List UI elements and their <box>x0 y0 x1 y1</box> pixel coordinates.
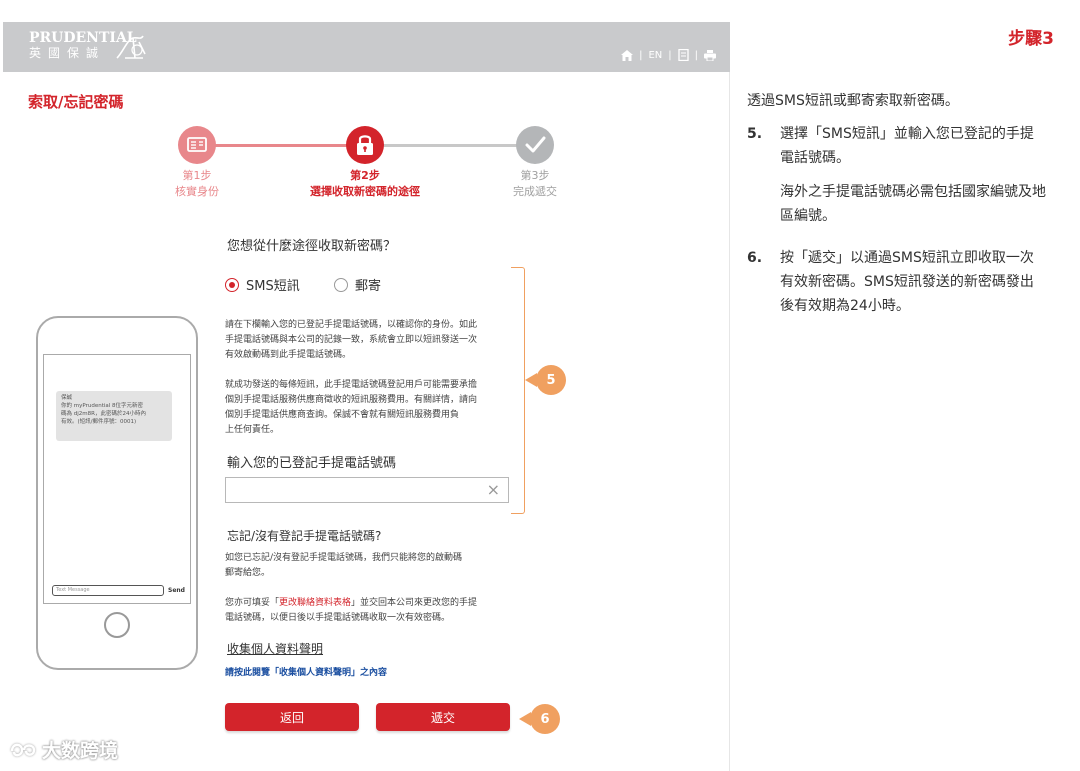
step-1-number: 第1步 <box>182 169 212 182</box>
radio-mail[interactable]: 郵寄 <box>334 275 381 294</box>
change-contact-form-link[interactable]: 更改聯絡資料表格 <box>279 598 351 608</box>
callout-badge-5: 5 <box>525 365 566 395</box>
watermark-text: 大数跨境 <box>42 740 119 762</box>
step-2-text: 選擇收取新密碼的途徑 <box>310 185 420 198</box>
radio-mail-dot[interactable] <box>334 277 348 292</box>
home-icon[interactable] <box>621 49 634 61</box>
step-2-number: 第2步 <box>350 169 380 182</box>
phone-field-label: 輸入您的已登記手提電話號碼 <box>227 456 397 471</box>
site-header: PRUDENTIAL 英國保誠 | EN | | <box>3 22 730 72</box>
step-1-label: 第1步 核實身份 <box>127 168 267 200</box>
step-1-circle <box>178 126 216 164</box>
divider: | <box>639 49 643 61</box>
privacy-statement-link[interactable]: 請按此閱覽「收集個人資料聲明」之內容 <box>225 665 387 678</box>
sms-message-bubble: 保誠 你的 myPrudential 8位字元新密 碼為 dj2m8R，此密碼於… <box>56 391 172 441</box>
guide-intro: 透過SMS短訊或郵寄索取新密碼。 <box>747 93 959 109</box>
divider: | <box>668 49 672 61</box>
watermark-logo-icon <box>10 743 36 756</box>
step-1-text: 核實身份 <box>175 185 219 198</box>
step-2-label: 第2步 選擇收取新密碼的途徑 <box>295 168 435 200</box>
radio-mail-label: 郵寄 <box>355 279 382 294</box>
step-3-number: 第3步 <box>520 169 550 182</box>
guide-item-5-number: 5. <box>747 126 763 142</box>
contact-book-icon[interactable] <box>677 49 689 61</box>
step-tag: 步驟3 <box>1008 29 1054 49</box>
phone-screen: 保誠 你的 myPrudential 8位字元新密 碼為 dj2m8R，此密碼於… <box>43 354 191 604</box>
back-button[interactable]: 返回 <box>225 703 359 731</box>
clear-icon[interactable]: × <box>487 481 500 499</box>
radio-sms[interactable]: SMS短訊 <box>225 275 300 294</box>
guide-item-6: 6. 按「遞交」以通過SMS短訊立即收取一次有效新密碼。SMS短訊發送的新密碼發… <box>747 246 1047 318</box>
britannia-logo-icon <box>116 35 146 59</box>
step-2-circle <box>346 126 384 164</box>
print-icon[interactable] <box>704 49 716 61</box>
sms-send-label: Send <box>168 587 185 594</box>
guide-item-6-number: 6. <box>747 250 763 266</box>
callout-badge-6: 6 <box>519 704 560 734</box>
phone-mockup: 保誠 你的 myPrudential 8位字元新密 碼為 dj2m8R，此密碼於… <box>36 316 198 670</box>
sms-instructions: 請在下欄輸入您的已登記手提電話號碼，以確認你的身份。如此 手提電話號碼與本公司的… <box>225 320 478 360</box>
watermark: 大数跨境 <box>8 736 118 763</box>
step-3-circle <box>516 126 554 164</box>
radio-sms-label: SMS短訊 <box>246 279 300 294</box>
id-card-icon <box>187 137 207 152</box>
language-toggle[interactable]: EN <box>648 50 662 61</box>
forgot-phone-text: 如您已忘記/沒有登記手提電話號碼，我們只能將您的啟動碼 郵寄給您。 <box>225 553 463 578</box>
guide-item-5-text: 選擇「SMS短訊」並輸入您已登記的手提電話號碼。 <box>780 126 1034 166</box>
page-title: 索取/忘記密碼 <box>28 93 124 111</box>
submit-button[interactable]: 遞交 <box>376 703 510 731</box>
forgot-phone-title: 忘記/沒有登記手提電話號碼? <box>227 529 382 543</box>
radio-sms-dot[interactable] <box>225 277 239 292</box>
phone-home-button <box>104 612 130 638</box>
change-contact-text: 您亦可填妥「更改聯絡資料表格」並交回本公司來更改您的手提 電話號碼，以便日後以手… <box>225 596 515 626</box>
guide-item-6-text: 按「遞交」以通過SMS短訊立即收取一次有效新密碼。SMS短訊發送的新密碼發出後有… <box>780 250 1034 314</box>
phone-field-box[interactable]: × <box>225 477 509 503</box>
stepper-track-done <box>197 144 365 147</box>
sms-text-input: Text Message <box>52 585 164 596</box>
sms-fee-notice: 就成功發送的每條短訊，此手提電話號碼登記用戶可能需要承擔 個別手提電話服務供應商… <box>225 380 478 435</box>
phone-number-input[interactable] <box>226 478 466 502</box>
callout-bracket <box>511 267 525 514</box>
step-3-text: 完成遞交 <box>513 185 557 198</box>
screen-panel: PRUDENTIAL 英國保誠 | EN | | 索取/忘記密碼 第1步 核實身… <box>3 22 730 771</box>
lock-icon <box>357 135 373 155</box>
stepper-track-pending <box>365 144 535 147</box>
step-3-label: 第3步 完成遞交 <box>465 168 605 200</box>
privacy-title: 收集個人資料聲明 <box>227 642 324 656</box>
delivery-question: 您想從什麼途徑收取新密碼？ <box>227 239 397 254</box>
change-contact-pre: 您亦可填妥「 <box>225 598 280 608</box>
header-tools: | EN | | <box>621 47 716 63</box>
guide-item-5-note: 海外之手提電話號碼必需包括國家編號及地區編號。 <box>780 184 1046 224</box>
divider: | <box>694 49 698 61</box>
guide-item-5: 5. 選擇「SMS短訊」並輸入您已登記的手提電話號碼。 海外之手提電話號碼必需包… <box>747 122 1047 228</box>
checkmark-icon <box>525 136 546 153</box>
